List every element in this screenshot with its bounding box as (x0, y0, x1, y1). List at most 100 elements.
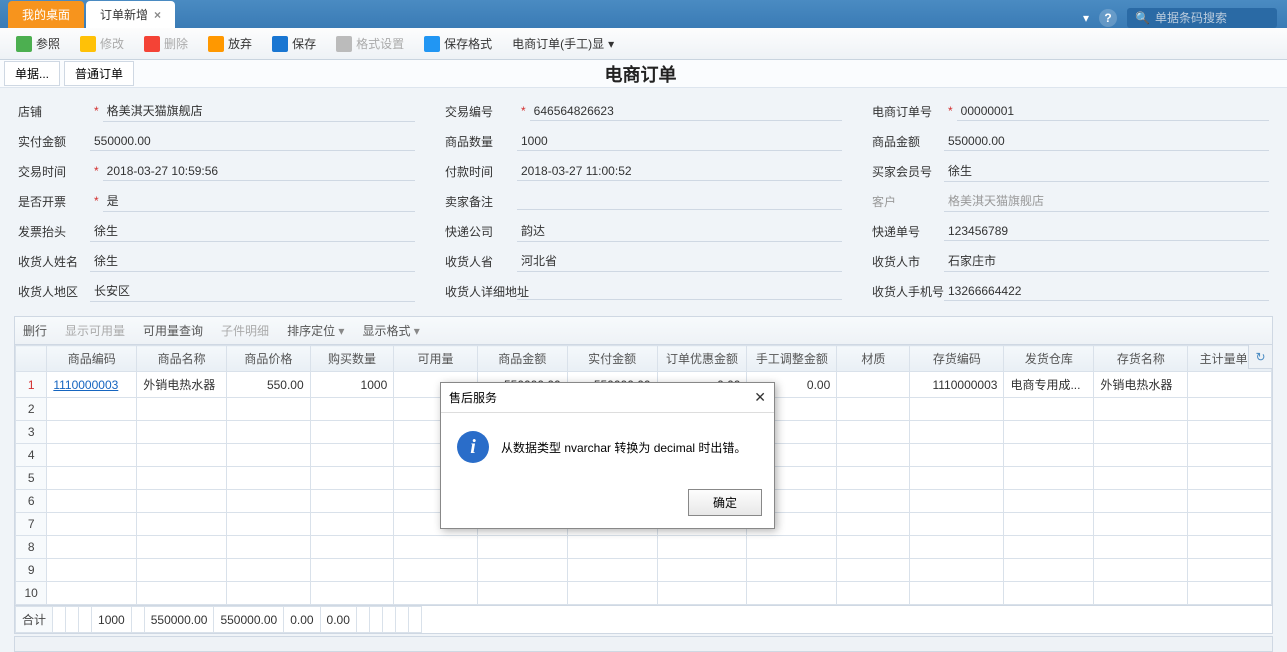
order-form: 店铺*格美淇天猫旗舰店 交易编号*646564826623 电商订单号*0000… (0, 88, 1287, 310)
cell-mat[interactable] (837, 372, 910, 398)
col-invname[interactable]: 存货名称 (1094, 346, 1188, 372)
required-mark: * (94, 164, 99, 178)
doc-ref-button[interactable]: 单据... (4, 61, 60, 86)
horizontal-scrollbar[interactable] (14, 636, 1273, 652)
qty-field[interactable]: 1000 (517, 132, 842, 151)
close-icon[interactable]: ✕ (754, 389, 766, 406)
buyer-field[interactable]: 徐生 (944, 160, 1269, 182)
recv-area-field[interactable]: 长安区 (90, 280, 415, 302)
express-no-field[interactable]: 123456789 (944, 222, 1269, 241)
col-mat[interactable]: 材质 (837, 346, 910, 372)
recv-name-field[interactable]: 徐生 (90, 250, 415, 272)
recv-addr-field[interactable] (517, 282, 842, 300)
dialog-message: 从数据类型 nvarchar 转换为 decimal 时出错。 (501, 439, 746, 456)
ref-button[interactable]: 参照 (8, 32, 68, 55)
discard-button[interactable]: 放弃 (200, 32, 260, 55)
format-icon (336, 36, 352, 52)
help-icon[interactable]: ? (1099, 9, 1117, 27)
invoice-head-field[interactable]: 徐生 (90, 220, 415, 242)
discard-label: 放弃 (228, 35, 252, 52)
sub-toolbar: 单据... 普通订单 电商订单 (0, 60, 1287, 88)
cell-qty[interactable]: 1000 (310, 372, 394, 398)
tab-order-new-label: 订单新增 (100, 6, 148, 23)
display-format-button[interactable]: 显示格式 (362, 322, 419, 339)
cell-invcode[interactable]: 1110000003 (910, 372, 1004, 398)
sort-button[interactable]: 排序定位 (287, 322, 344, 339)
trade-time-field[interactable]: 2018-03-27 10:59:56 (103, 162, 415, 181)
barcode-search[interactable]: 🔍 (1127, 8, 1277, 28)
seller-note-field[interactable] (517, 192, 842, 210)
table-row[interactable]: 9 (16, 559, 1272, 582)
shop-field[interactable]: 格美淇天猫旗舰店 (103, 100, 415, 122)
qty-label: 商品数量 (445, 133, 517, 150)
delete-row-button[interactable]: 删行 (23, 322, 47, 339)
dialog-titlebar[interactable]: 售后服务 ✕ (441, 383, 774, 413)
main-toolbar: 参照 修改 删除 放弃 保存 格式设置 保存格式 电商订单(手工)显 ▾ (0, 28, 1287, 60)
error-dialog: 售后服务 ✕ i 从数据类型 nvarchar 转换为 decimal 时出错。… (440, 382, 775, 529)
product-code-link[interactable]: 1110000003 (53, 378, 118, 392)
customer-label: 客户 (872, 193, 944, 210)
delete-button[interactable]: 删除 (136, 32, 196, 55)
recv-prov-field[interactable]: 河北省 (517, 250, 842, 272)
recv-city-field[interactable]: 石家庄市 (944, 250, 1269, 272)
cell-code[interactable]: 1110000003 (47, 372, 137, 398)
trade-time-label: 交易时间 (18, 163, 90, 180)
col-rownum[interactable] (16, 346, 47, 372)
amt-field[interactable]: 550000.00 (944, 132, 1269, 151)
save-format-button[interactable]: 保存格式 (416, 32, 500, 55)
cell-name[interactable]: 外销电热水器 (137, 372, 227, 398)
express-co-field[interactable]: 韵达 (517, 220, 842, 242)
edit-button[interactable]: 修改 (72, 32, 132, 55)
col-invcode[interactable]: 存货编码 (910, 346, 1004, 372)
buyer-label: 买家会员号 (872, 163, 944, 180)
chevron-down-icon: ▾ (608, 37, 614, 51)
format-set-button[interactable]: 格式设置 (328, 32, 412, 55)
required-mark: * (94, 104, 99, 118)
col-qty[interactable]: 购买数量 (310, 346, 394, 372)
edit-label: 修改 (100, 35, 124, 52)
customer-field[interactable]: 格美淇天猫旗舰店 (944, 190, 1269, 212)
tab-home-label: 我的桌面 (22, 6, 70, 23)
display-mode-button[interactable]: 电商订单(手工)显 ▾ (504, 32, 622, 55)
close-icon[interactable]: × (154, 8, 161, 22)
ok-button[interactable]: 确定 (688, 489, 762, 516)
col-avail[interactable]: 可用量 (394, 346, 478, 372)
paid-field[interactable]: 550000.00 (90, 132, 415, 151)
chevron-down-icon[interactable]: ▾ (1083, 11, 1089, 25)
save-format-icon (424, 36, 440, 52)
cell-price[interactable]: 550.00 (227, 372, 311, 398)
col-amount[interactable]: 商品金额 (477, 346, 567, 372)
refresh-icon[interactable]: ↻ (1248, 345, 1272, 369)
table-row[interactable]: 8 (16, 536, 1272, 559)
ec-no-field[interactable]: 00000001 (957, 102, 1269, 121)
col-code[interactable]: 商品编码 (47, 346, 137, 372)
normal-order-button[interactable]: 普通订单 (64, 61, 134, 86)
show-avail-button[interactable]: 显示可用量 (65, 322, 125, 339)
col-paid[interactable]: 实付金额 (567, 346, 657, 372)
recv-name-label: 收货人姓名 (18, 253, 90, 270)
table-row[interactable]: 10 (16, 582, 1272, 605)
ec-no-label: 电商订单号 (872, 103, 944, 120)
col-adj[interactable]: 手工调整金额 (747, 346, 837, 372)
table-header-row: 商品编码 商品名称 商品价格 购买数量 可用量 商品金额 实付金额 订单优惠金额… (16, 346, 1272, 372)
invoice-field[interactable]: 是 (103, 190, 415, 212)
avail-query-button[interactable]: 可用量查询 (143, 322, 203, 339)
subitem-button[interactable]: 子件明细 (221, 322, 269, 339)
col-name[interactable]: 商品名称 (137, 346, 227, 372)
pay-time-field[interactable]: 2018-03-27 11:00:52 (517, 162, 842, 181)
sum-amount: 550000.00 (144, 607, 214, 633)
col-price[interactable]: 商品价格 (227, 346, 311, 372)
cell-wh[interactable]: 电商专用成... (1004, 372, 1094, 398)
cell-uom[interactable] (1188, 372, 1272, 398)
tab-order-new[interactable]: 订单新增 × (86, 1, 175, 28)
cell-invname[interactable]: 外销电热水器 (1094, 372, 1188, 398)
col-disc[interactable]: 订单优惠金额 (657, 346, 747, 372)
recv-tel-field[interactable]: 13266664422 (944, 282, 1269, 301)
trade-no-field[interactable]: 646564826623 (530, 102, 842, 121)
info-icon: i (457, 431, 489, 463)
tab-home[interactable]: 我的桌面 (8, 1, 84, 28)
save-button[interactable]: 保存 (264, 32, 324, 55)
barcode-search-input[interactable] (1155, 11, 1269, 25)
grid-toolbar: 删行 显示可用量 可用量查询 子件明细 排序定位 显示格式 (14, 316, 1273, 344)
col-wh[interactable]: 发货仓库 (1004, 346, 1094, 372)
